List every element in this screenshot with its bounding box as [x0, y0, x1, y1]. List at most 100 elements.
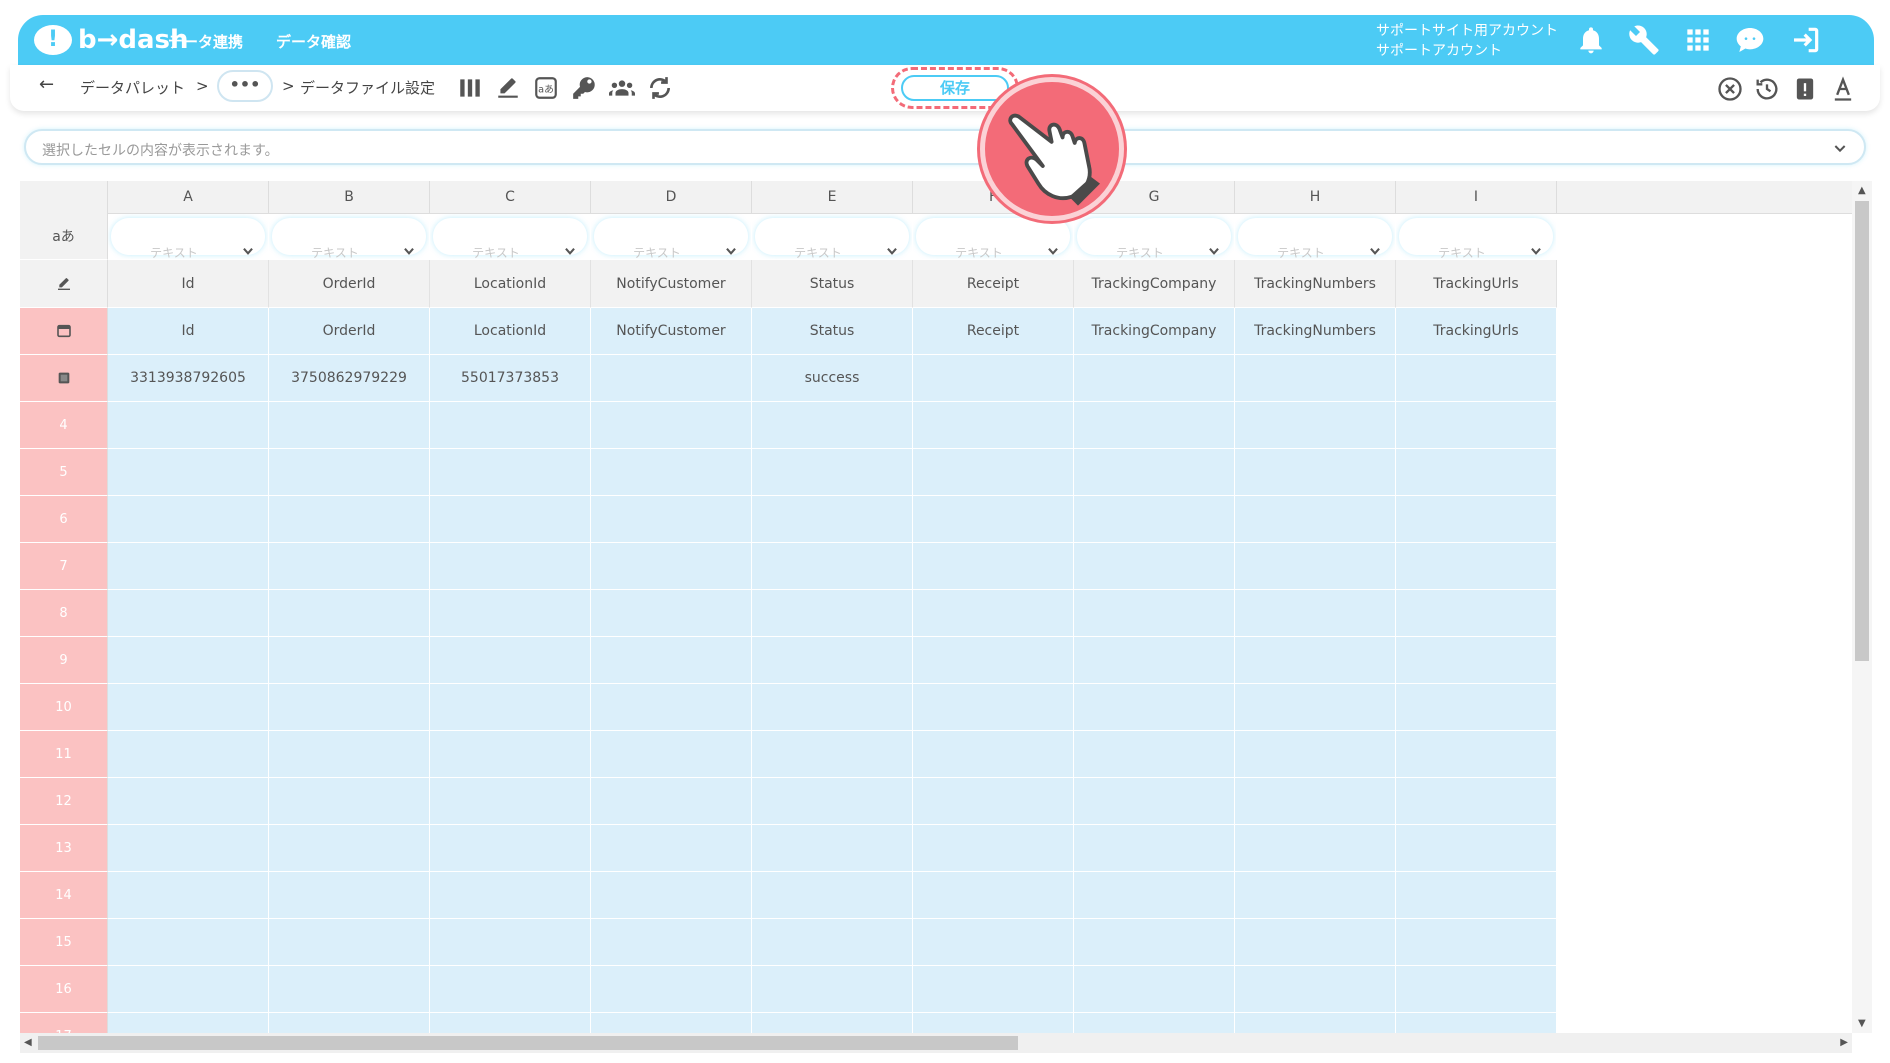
cell[interactable]	[1235, 402, 1396, 449]
column-name-cell[interactable]: TrackingNumbers	[1235, 260, 1396, 308]
type-dropdown[interactable]: テキスト	[1077, 218, 1231, 259]
cell[interactable]	[1235, 590, 1396, 637]
chevron-down-icon[interactable]	[885, 231, 899, 255]
data-cell[interactable]: 3313938792605	[108, 355, 269, 402]
row-number[interactable]: 6	[20, 496, 108, 543]
cell[interactable]	[430, 402, 591, 449]
refresh-icon[interactable]	[647, 75, 673, 101]
history-icon[interactable]	[1753, 75, 1781, 103]
cell[interactable]	[1235, 684, 1396, 731]
scroll-right-icon[interactable]: ▶	[1840, 1037, 1848, 1048]
column-name-cell[interactable]: Id	[108, 260, 269, 308]
cell[interactable]	[1074, 543, 1235, 590]
cell[interactable]	[1074, 637, 1235, 684]
cell[interactable]	[1074, 966, 1235, 1013]
cell[interactable]	[430, 637, 591, 684]
bdash-logo[interactable]: ! b→dash	[34, 23, 189, 57]
cell[interactable]	[1235, 825, 1396, 872]
row-number[interactable]: 7	[20, 543, 108, 590]
cell[interactable]	[108, 731, 269, 778]
cell[interactable]	[1074, 778, 1235, 825]
type-select[interactable]: テキスト	[1235, 214, 1396, 260]
row-number[interactable]: 13	[20, 825, 108, 872]
font-icon[interactable]	[1829, 75, 1857, 103]
cell[interactable]	[591, 1013, 752, 1033]
column-name-cell[interactable]: OrderId	[269, 260, 430, 308]
cell[interactable]	[591, 872, 752, 919]
cell[interactable]	[1074, 1013, 1235, 1033]
column-header-a[interactable]: A	[108, 181, 269, 214]
cell[interactable]	[913, 778, 1074, 825]
cell[interactable]	[1396, 637, 1557, 684]
cell[interactable]	[1235, 872, 1396, 919]
cell[interactable]	[430, 872, 591, 919]
cell[interactable]	[1396, 966, 1557, 1013]
save-button[interactable]: 保存	[901, 75, 1009, 101]
cell[interactable]	[1396, 590, 1557, 637]
cell[interactable]	[108, 966, 269, 1013]
cell[interactable]	[1396, 496, 1557, 543]
cell[interactable]	[108, 449, 269, 496]
cell[interactable]	[752, 778, 913, 825]
scroll-down-icon[interactable]: ▼	[1858, 1018, 1866, 1029]
cell[interactable]	[913, 966, 1074, 1013]
chevron-down-icon[interactable]	[1046, 231, 1060, 255]
cell[interactable]	[108, 402, 269, 449]
mapping-cell[interactable]: Receipt	[913, 308, 1074, 355]
data-cell[interactable]	[591, 355, 752, 402]
key-icon[interactable]	[571, 75, 597, 101]
cell[interactable]	[269, 684, 430, 731]
cell[interactable]	[108, 919, 269, 966]
vertical-scrollbar[interactable]: ▲ ▼	[1852, 181, 1872, 1033]
cell[interactable]	[591, 402, 752, 449]
edit-icon[interactable]	[495, 75, 521, 101]
cell[interactable]	[752, 402, 913, 449]
cell[interactable]	[430, 590, 591, 637]
cell[interactable]	[1396, 402, 1557, 449]
cell[interactable]	[591, 684, 752, 731]
data-cell[interactable]	[1074, 355, 1235, 402]
column-header-d[interactable]: D	[591, 181, 752, 214]
data-cell[interactable]	[913, 355, 1074, 402]
logout-icon[interactable]	[1790, 24, 1822, 56]
row-number[interactable]: 10	[20, 684, 108, 731]
mapping-cell[interactable]: LocationId	[430, 308, 591, 355]
cell[interactable]	[913, 1013, 1074, 1033]
cell[interactable]	[752, 449, 913, 496]
cell-content-bar[interactable]: 選択したセルの内容が表示されます。	[24, 129, 1866, 165]
cell[interactable]	[752, 637, 913, 684]
mapping-cell[interactable]: NotifyCustomer	[591, 308, 752, 355]
alert-icon[interactable]	[1791, 75, 1819, 103]
cell[interactable]	[913, 449, 1074, 496]
cell[interactable]	[591, 825, 752, 872]
type-select[interactable]: テキスト	[1074, 214, 1235, 260]
cell[interactable]	[269, 543, 430, 590]
mapping-cell[interactable]: Status	[752, 308, 913, 355]
type-dropdown[interactable]: テキスト	[1238, 218, 1392, 259]
type-select[interactable]: テキスト	[591, 214, 752, 260]
column-name-cell[interactable]: Receipt	[913, 260, 1074, 308]
cell[interactable]	[108, 637, 269, 684]
mapping-cell[interactable]: TrackingCompany	[1074, 308, 1235, 355]
cell[interactable]	[108, 590, 269, 637]
support-chat-icon[interactable]	[1734, 24, 1766, 56]
cell[interactable]	[1396, 1013, 1557, 1033]
cell[interactable]	[1396, 872, 1557, 919]
cell[interactable]	[269, 590, 430, 637]
cell[interactable]	[1235, 778, 1396, 825]
type-dropdown[interactable]: テキスト	[916, 218, 1070, 259]
data-cell[interactable]: 55017373853	[430, 355, 591, 402]
grid-icon[interactable]	[1682, 24, 1714, 56]
cell[interactable]	[752, 872, 913, 919]
cell[interactable]	[1074, 449, 1235, 496]
cell[interactable]	[591, 778, 752, 825]
cell[interactable]	[430, 684, 591, 731]
horizontal-scroll-thumb[interactable]	[38, 1036, 1018, 1050]
back-arrow-icon[interactable]: ←	[39, 74, 54, 95]
row-number[interactable]: 12	[20, 778, 108, 825]
cell[interactable]	[913, 543, 1074, 590]
cell[interactable]	[913, 872, 1074, 919]
row-number[interactable]: 15	[20, 919, 108, 966]
cell[interactable]	[913, 731, 1074, 778]
cell[interactable]	[591, 731, 752, 778]
